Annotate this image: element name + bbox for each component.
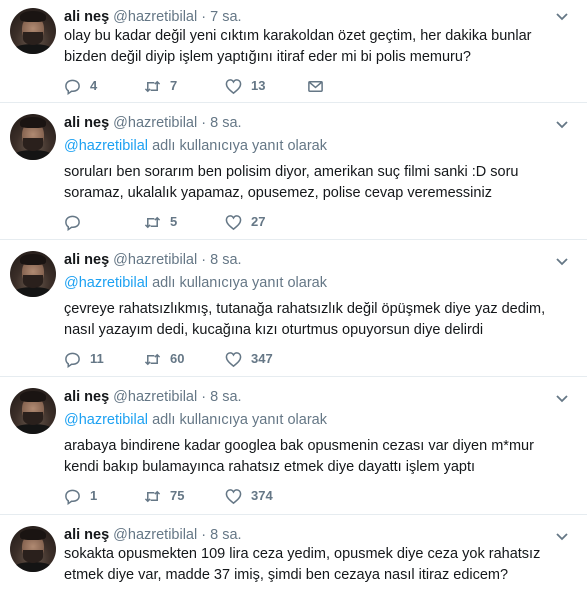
retweet-button[interactable]: 5 xyxy=(144,212,177,232)
reply-count: 4 xyxy=(90,78,98,93)
avatar[interactable] xyxy=(10,8,56,54)
reply-count: 11 xyxy=(90,351,104,366)
separator-dot: · xyxy=(201,9,207,25)
separator-dot: · xyxy=(201,389,207,405)
avatar[interactable] xyxy=(10,388,56,434)
user-handle[interactable]: @hazretibilal xyxy=(113,389,197,405)
avatar[interactable] xyxy=(10,114,56,160)
tweet[interactable]: ali neş @hazretibilal · 8 sa. @hazretibi… xyxy=(0,104,587,240)
separator-dot: · xyxy=(201,252,207,268)
reply-context-text: adlı kullanıcıya yanıt olarak xyxy=(148,275,327,291)
reply-icon xyxy=(65,79,80,95)
reply-mention-link[interactable]: @hazretibilal xyxy=(64,412,148,428)
tweet-header: ali neş @hazretibilal · 8 sa. xyxy=(64,388,242,406)
tweet-actions: 1 75 374 xyxy=(64,486,484,506)
retweet-icon xyxy=(144,353,161,365)
retweet-button[interactable]: 60 xyxy=(144,349,184,369)
like-count: 347 xyxy=(251,351,273,366)
reply-button[interactable]: 4 xyxy=(64,76,97,96)
chevron-down-icon[interactable] xyxy=(555,529,569,543)
separator-dot: · xyxy=(201,115,207,131)
reply-context: @hazretibilal adlı kullanıcıya yanıt ola… xyxy=(64,411,327,429)
heart-icon xyxy=(225,488,242,504)
retweet-count: 7 xyxy=(170,78,178,93)
tweet-text: arabaya bindirene kadar googlea bak opus… xyxy=(64,438,534,475)
tweet-actions: 5 27 xyxy=(64,212,484,232)
reply-context-text: adlı kullanıcıya yanıt olarak xyxy=(148,138,327,154)
tweet[interactable]: ali neş @hazretibilal · 8 sa. @hazretibi… xyxy=(0,241,587,377)
user-name[interactable]: ali neş xyxy=(64,527,109,543)
reply-button[interactable]: 1 xyxy=(64,486,97,506)
chevron-down-icon[interactable] xyxy=(555,117,569,131)
chevron-down-icon[interactable] xyxy=(555,254,569,268)
heart-icon xyxy=(225,214,242,230)
reply-context: @hazretibilal adlı kullanıcıya yanıt ola… xyxy=(64,274,327,292)
heart-icon xyxy=(225,351,242,367)
like-button[interactable]: 13 xyxy=(225,76,265,96)
envelope-icon xyxy=(308,80,323,92)
retweet-button[interactable]: 7 xyxy=(144,76,177,96)
chevron-down-icon[interactable] xyxy=(555,391,569,405)
chevron-down-icon[interactable] xyxy=(555,9,569,23)
timestamp[interactable]: 8 sa. xyxy=(210,115,241,131)
tweet-header: ali neş @hazretibilal · 8 sa. xyxy=(64,526,242,544)
like-button[interactable]: 347 xyxy=(225,349,273,369)
reply-icon xyxy=(65,215,80,231)
reply-count: 1 xyxy=(90,488,98,503)
user-name[interactable]: ali neş xyxy=(64,9,109,25)
tweet-text: sokakta opusmekten 109 lira ceza yedim, … xyxy=(64,546,541,583)
retweet-icon xyxy=(144,490,161,502)
tweet[interactable]: ali neş @hazretibilal · 8 sa. @hazretibi… xyxy=(0,378,587,515)
reply-icon xyxy=(65,489,80,505)
like-button[interactable]: 27 xyxy=(225,212,265,232)
user-handle[interactable]: @hazretibilal xyxy=(113,115,197,131)
like-count: 374 xyxy=(251,488,273,503)
tweet-text: çevreye rahatsızlıkmış, tutanağa rahatsı… xyxy=(64,301,546,338)
reply-context: @hazretibilal adlı kullanıcıya yanıt ola… xyxy=(64,137,327,155)
timestamp[interactable]: 8 sa. xyxy=(210,252,241,268)
reply-icon xyxy=(65,352,80,368)
like-count: 13 xyxy=(251,78,266,93)
retweet-icon xyxy=(144,216,161,228)
tweet-actions: 11 60 347 xyxy=(64,349,484,369)
user-handle[interactable]: @hazretibilal xyxy=(113,252,197,268)
like-button[interactable]: 374 xyxy=(225,486,273,506)
user-name[interactable]: ali neş xyxy=(64,252,109,268)
tweet-actions: 4 7 13 xyxy=(64,76,484,96)
timestamp[interactable]: 8 sa. xyxy=(210,389,241,405)
tweet-header: ali neş @hazretibilal · 7 sa. xyxy=(64,8,242,26)
reply-button[interactable]: 11 xyxy=(64,349,104,369)
tweet-text: soruları ben sorarım ben polisim diyor, … xyxy=(64,164,519,201)
separator-dot: · xyxy=(201,527,207,543)
retweet-icon xyxy=(144,80,161,92)
tweet-text: olay bu kadar değil yeni cıktım karakold… xyxy=(64,28,532,65)
user-name[interactable]: ali neş xyxy=(64,389,109,405)
retweet-button[interactable]: 75 xyxy=(144,486,184,506)
avatar[interactable] xyxy=(10,526,56,572)
tweet-header: ali neş @hazretibilal · 8 sa. xyxy=(64,114,242,132)
reply-mention-link[interactable]: @hazretibilal xyxy=(64,138,148,154)
tweet[interactable]: ali neş @hazretibilal · 7 sa. olay bu ka… xyxy=(0,0,587,103)
retweet-count: 60 xyxy=(170,351,185,366)
reply-mention-link[interactable]: @hazretibilal xyxy=(64,275,148,291)
direct-message-button[interactable] xyxy=(307,76,333,96)
like-count: 27 xyxy=(251,214,266,229)
reply-context-text: adlı kullanıcıya yanıt olarak xyxy=(148,412,327,428)
reply-button[interactable] xyxy=(64,212,90,232)
timestamp[interactable]: 8 sa. xyxy=(210,527,241,543)
avatar[interactable] xyxy=(10,251,56,297)
timestamp[interactable]: 7 sa. xyxy=(210,9,241,25)
heart-icon xyxy=(225,78,242,94)
tweet-header: ali neş @hazretibilal · 8 sa. xyxy=(64,251,242,269)
tweet[interactable]: ali neş @hazretibilal · 8 sa. sokakta op… xyxy=(0,516,587,590)
user-handle[interactable]: @hazretibilal xyxy=(113,527,197,543)
retweet-count: 5 xyxy=(170,214,178,229)
user-name[interactable]: ali neş xyxy=(64,115,109,131)
user-handle[interactable]: @hazretibilal xyxy=(113,9,197,25)
retweet-count: 75 xyxy=(170,488,185,503)
